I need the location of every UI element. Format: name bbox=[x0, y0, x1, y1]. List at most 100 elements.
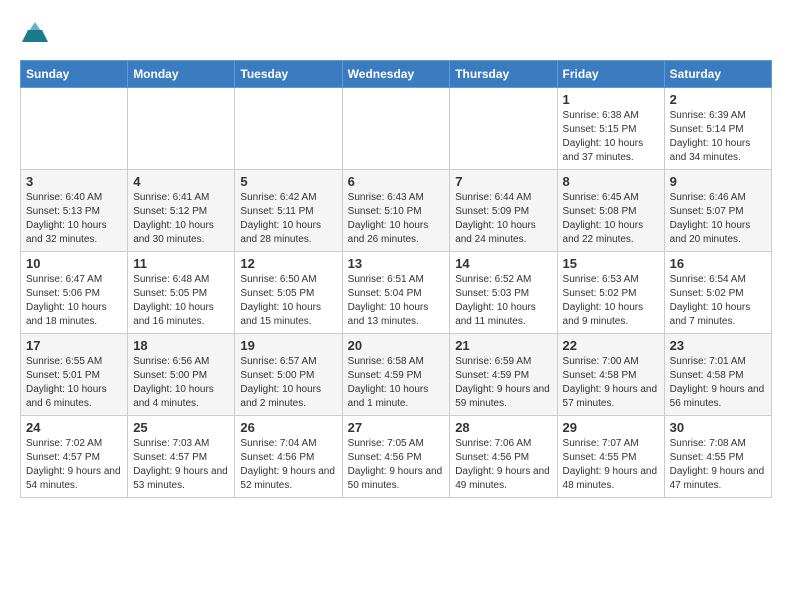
calendar-day-cell: 20 Sunrise: 6:58 AM Sunset: 4:59 PM Dayli… bbox=[342, 334, 450, 416]
calendar-day-cell: 9 Sunrise: 6:46 AM Sunset: 5:07 PM Daylig… bbox=[664, 170, 771, 252]
calendar-table: SundayMondayTuesdayWednesdayThursdayFrid… bbox=[20, 60, 772, 498]
day-info: Sunrise: 6:48 AM Sunset: 5:05 PM Dayligh… bbox=[133, 273, 229, 329]
calendar-day-cell: 15Sunrise: 6:53 AM Sunset: 5:02 PM Dayli… bbox=[557, 252, 664, 334]
day-number: 26 bbox=[240, 420, 336, 435]
day-number: 9 bbox=[670, 174, 766, 189]
calendar-day-cell: 12 Sunrise: 6:50 AM Sunset: 5:05 PM Dayli… bbox=[235, 252, 342, 334]
day-number: 8 bbox=[563, 174, 659, 189]
calendar-day-cell: 25Sunrise: 7:03 AM Sunset: 4:57 PM Dayli… bbox=[128, 416, 235, 498]
day-number: 1 bbox=[563, 92, 659, 107]
calendar-week-row: 24Sunrise: 7:02 AM Sunset: 4:57 PM Dayli… bbox=[21, 416, 772, 498]
day-info: Sunrise: 6:40 AM Sunset: 5:13 PM Dayligh… bbox=[26, 191, 122, 247]
day-info: Sunrise: 6:52 AM Sunset: 5:03 PM Dayligh… bbox=[455, 273, 551, 329]
day-info: Sunrise: 7:07 AM Sunset: 4:55 PM Dayligh… bbox=[563, 437, 659, 493]
calendar-day-cell: 4 Sunrise: 6:41 AM Sunset: 5:12 PM Daylig… bbox=[128, 170, 235, 252]
day-number: 4 bbox=[133, 174, 229, 189]
weekday-header: Tuesday bbox=[235, 61, 342, 88]
calendar-day-cell: 7 Sunrise: 6:44 AM Sunset: 5:09 PM Daylig… bbox=[450, 170, 557, 252]
day-info: Sunrise: 6:58 AM Sunset: 4:59 PM Dayligh… bbox=[348, 355, 445, 411]
day-info: Sunrise: 7:02 AM Sunset: 4:57 PM Dayligh… bbox=[26, 437, 122, 493]
day-info: Sunrise: 7:05 AM Sunset: 4:56 PM Dayligh… bbox=[348, 437, 445, 493]
calendar-day-cell bbox=[450, 88, 557, 170]
calendar-week-row: 10 Sunrise: 6:47 AM Sunset: 5:06 PM Dayli… bbox=[21, 252, 772, 334]
weekday-header-row: SundayMondayTuesdayWednesdayThursdayFrid… bbox=[21, 61, 772, 88]
page-header bbox=[20, 20, 772, 50]
calendar-week-row: 3 Sunrise: 6:40 AM Sunset: 5:13 PM Daylig… bbox=[21, 170, 772, 252]
day-info: Sunrise: 6:57 AM Sunset: 5:00 PM Dayligh… bbox=[240, 355, 336, 411]
day-info: Sunrise: 7:03 AM Sunset: 4:57 PM Dayligh… bbox=[133, 437, 229, 493]
calendar-day-cell bbox=[128, 88, 235, 170]
day-info: Sunrise: 7:06 AM Sunset: 4:56 PM Dayligh… bbox=[455, 437, 551, 493]
calendar-day-cell: 3 Sunrise: 6:40 AM Sunset: 5:13 PM Daylig… bbox=[21, 170, 128, 252]
day-number: 15 bbox=[563, 256, 659, 271]
calendar-day-cell: 28 Sunrise: 7:06 AM Sunset: 4:56 PM Dayli… bbox=[450, 416, 557, 498]
day-number: 2 bbox=[670, 92, 766, 107]
day-number: 22 bbox=[563, 338, 659, 353]
day-info: Sunrise: 6:50 AM Sunset: 5:05 PM Dayligh… bbox=[240, 273, 336, 329]
weekday-header: Saturday bbox=[664, 61, 771, 88]
calendar-day-cell: 16 Sunrise: 6:54 AM Sunset: 5:02 PM Dayli… bbox=[664, 252, 771, 334]
calendar-day-cell: 22Sunrise: 7:00 AM Sunset: 4:58 PM Dayli… bbox=[557, 334, 664, 416]
calendar-day-cell: 8 Sunrise: 6:45 AM Sunset: 5:08 PM Daylig… bbox=[557, 170, 664, 252]
calendar-week-row: 1 Sunrise: 6:38 AM Sunset: 5:15 PM Daylig… bbox=[21, 88, 772, 170]
day-info: Sunrise: 6:38 AM Sunset: 5:15 PM Dayligh… bbox=[563, 109, 659, 165]
day-info: Sunrise: 6:54 AM Sunset: 5:02 PM Dayligh… bbox=[670, 273, 766, 329]
day-number: 21 bbox=[455, 338, 551, 353]
weekday-header: Wednesday bbox=[342, 61, 450, 88]
calendar-day-cell: 10 Sunrise: 6:47 AM Sunset: 5:06 PM Dayli… bbox=[21, 252, 128, 334]
calendar-day-cell: 24Sunrise: 7:02 AM Sunset: 4:57 PM Dayli… bbox=[21, 416, 128, 498]
calendar-day-cell: 13 Sunrise: 6:51 AM Sunset: 5:04 PM Dayli… bbox=[342, 252, 450, 334]
day-info: Sunrise: 6:46 AM Sunset: 5:07 PM Dayligh… bbox=[670, 191, 766, 247]
logo-icon bbox=[20, 20, 50, 50]
calendar-day-cell: 17Sunrise: 6:55 AM Sunset: 5:01 PM Dayli… bbox=[21, 334, 128, 416]
day-info: Sunrise: 6:56 AM Sunset: 5:00 PM Dayligh… bbox=[133, 355, 229, 411]
day-info: Sunrise: 7:08 AM Sunset: 4:55 PM Dayligh… bbox=[670, 437, 766, 493]
day-number: 12 bbox=[240, 256, 336, 271]
day-number: 29 bbox=[563, 420, 659, 435]
day-info: Sunrise: 6:41 AM Sunset: 5:12 PM Dayligh… bbox=[133, 191, 229, 247]
day-number: 20 bbox=[348, 338, 445, 353]
day-info: Sunrise: 6:43 AM Sunset: 5:10 PM Dayligh… bbox=[348, 191, 445, 247]
day-number: 10 bbox=[26, 256, 122, 271]
day-number: 6 bbox=[348, 174, 445, 189]
day-info: Sunrise: 6:42 AM Sunset: 5:11 PM Dayligh… bbox=[240, 191, 336, 247]
day-number: 14 bbox=[455, 256, 551, 271]
weekday-header: Sunday bbox=[21, 61, 128, 88]
calendar-day-cell: 14 Sunrise: 6:52 AM Sunset: 5:03 PM Dayli… bbox=[450, 252, 557, 334]
day-info: Sunrise: 6:59 AM Sunset: 4:59 PM Dayligh… bbox=[455, 355, 551, 411]
calendar-day-cell: 6 Sunrise: 6:43 AM Sunset: 5:10 PM Daylig… bbox=[342, 170, 450, 252]
calendar-day-cell: 27 Sunrise: 7:05 AM Sunset: 4:56 PM Dayli… bbox=[342, 416, 450, 498]
weekday-header: Thursday bbox=[450, 61, 557, 88]
day-number: 28 bbox=[455, 420, 551, 435]
day-number: 13 bbox=[348, 256, 445, 271]
day-number: 27 bbox=[348, 420, 445, 435]
day-info: Sunrise: 6:55 AM Sunset: 5:01 PM Dayligh… bbox=[26, 355, 122, 411]
day-info: Sunrise: 6:45 AM Sunset: 5:08 PM Dayligh… bbox=[563, 191, 659, 247]
day-number: 18 bbox=[133, 338, 229, 353]
calendar-day-cell bbox=[235, 88, 342, 170]
calendar-day-cell: 5 Sunrise: 6:42 AM Sunset: 5:11 PM Daylig… bbox=[235, 170, 342, 252]
day-number: 7 bbox=[455, 174, 551, 189]
day-info: Sunrise: 6:47 AM Sunset: 5:06 PM Dayligh… bbox=[26, 273, 122, 329]
calendar-day-cell bbox=[21, 88, 128, 170]
day-number: 5 bbox=[240, 174, 336, 189]
day-info: Sunrise: 6:51 AM Sunset: 5:04 PM Dayligh… bbox=[348, 273, 445, 329]
day-info: Sunrise: 7:01 AM Sunset: 4:58 PM Dayligh… bbox=[670, 355, 766, 411]
calendar-day-cell: 23Sunrise: 7:01 AM Sunset: 4:58 PM Dayli… bbox=[664, 334, 771, 416]
day-number: 30 bbox=[670, 420, 766, 435]
calendar-day-cell bbox=[342, 88, 450, 170]
calendar-day-cell: 2 Sunrise: 6:39 AM Sunset: 5:14 PM Daylig… bbox=[664, 88, 771, 170]
day-number: 11 bbox=[133, 256, 229, 271]
calendar-day-cell: 29 Sunrise: 7:07 AM Sunset: 4:55 PM Dayli… bbox=[557, 416, 664, 498]
weekday-header: Monday bbox=[128, 61, 235, 88]
day-number: 16 bbox=[670, 256, 766, 271]
calendar-day-cell: 21 Sunrise: 6:59 AM Sunset: 4:59 PM Dayli… bbox=[450, 334, 557, 416]
calendar-day-cell: 19 Sunrise: 6:57 AM Sunset: 5:00 PM Dayli… bbox=[235, 334, 342, 416]
calendar-day-cell: 18 Sunrise: 6:56 AM Sunset: 5:00 PM Dayli… bbox=[128, 334, 235, 416]
day-info: Sunrise: 7:04 AM Sunset: 4:56 PM Dayligh… bbox=[240, 437, 336, 493]
day-info: Sunrise: 6:44 AM Sunset: 5:09 PM Dayligh… bbox=[455, 191, 551, 247]
day-number: 3 bbox=[26, 174, 122, 189]
day-info: Sunrise: 6:39 AM Sunset: 5:14 PM Dayligh… bbox=[670, 109, 766, 165]
day-number: 19 bbox=[240, 338, 336, 353]
calendar-day-cell: 11 Sunrise: 6:48 AM Sunset: 5:05 PM Dayli… bbox=[128, 252, 235, 334]
